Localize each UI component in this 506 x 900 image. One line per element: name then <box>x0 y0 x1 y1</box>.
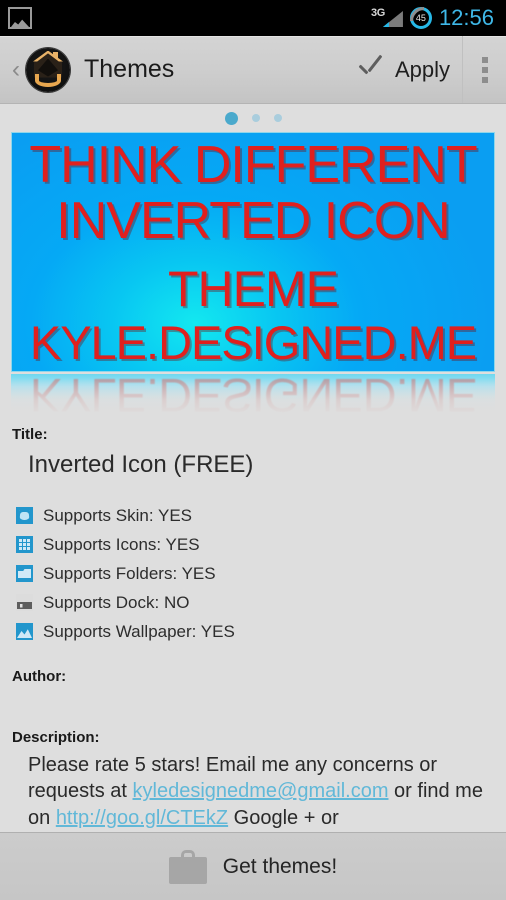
image-icon <box>8 7 32 29</box>
theme-detail-scroll[interactable]: THINK DIFFERENT INVERTED ICON THEME KYLE… <box>0 104 506 832</box>
list-item: Supports Dock: NO <box>12 588 494 617</box>
page-dot-2[interactable] <box>251 114 260 122</box>
google-plus-link[interactable]: http://goo.gl/CTEkZ <box>56 807 228 829</box>
dock-icon <box>16 594 33 611</box>
status-bar-notifications <box>8 7 32 29</box>
description-label: Description: <box>12 729 100 746</box>
overflow-dot-icon <box>481 76 488 83</box>
theme-detail-content: Title: Inverted Icon (FREE) Supports Ski… <box>0 416 506 832</box>
status-bar: 3G 45 12:56 <box>0 0 506 36</box>
skin-icon <box>16 507 33 524</box>
supports-icons-label: Supports Icons: YES <box>43 534 200 554</box>
preview-line-4: KYLE.DESIGNED.ME <box>29 316 477 369</box>
list-item: Supports Icons: YES <box>12 530 494 559</box>
description-section: Description: Please rate 5 stars! Email … <box>12 729 494 832</box>
author-section: Author: <box>12 668 494 729</box>
page-indicator[interactable] <box>0 104 506 132</box>
battery-level-label: 45 <box>415 12 426 23</box>
preview-line-3: THEME <box>168 261 339 317</box>
page-title: Themes <box>84 55 175 83</box>
supports-dock-label: Supports Dock: NO <box>43 592 190 612</box>
shopping-bag-icon <box>168 849 207 884</box>
overflow-menu-button[interactable] <box>462 36 506 103</box>
title-label: Title: <box>12 426 48 443</box>
supports-skin-label: Supports Skin: YES <box>43 505 192 525</box>
theme-preview-carousel[interactable]: THINK DIFFERENT INVERTED ICON THEME KYLE… <box>0 132 506 372</box>
apex-launcher-icon <box>26 47 70 92</box>
apply-button[interactable]: Apply <box>349 36 462 103</box>
get-themes-label: Get themes! <box>222 854 338 878</box>
list-item: Supports Wallpaper: YES <box>12 617 494 646</box>
author-value <box>12 685 494 729</box>
supports-list: Supports Skin: YES Supports Icons: YES S… <box>12 501 494 646</box>
check-icon <box>357 59 385 81</box>
theme-title-value: Inverted Icon (FREE) <box>28 451 254 478</box>
list-item: Supports Skin: YES <box>12 501 494 530</box>
description-part-3: Google + or <box>228 806 339 829</box>
signal-bars-active <box>382 22 389 27</box>
page-dot-3[interactable] <box>273 114 282 122</box>
overflow-dot-icon <box>481 66 488 73</box>
overflow-dot-icon <box>481 56 488 63</box>
list-item: Supports Folders: YES <box>12 559 494 588</box>
supports-folders-label: Supports Folders: YES <box>43 563 216 583</box>
status-bar-system: 3G 45 12:56 <box>370 5 498 31</box>
icons-grid-icon <box>16 536 33 553</box>
page-dot-1[interactable] <box>224 111 238 125</box>
email-link[interactable]: kyledesignedme@gmail.com <box>133 780 389 802</box>
wallpaper-icon <box>16 623 33 640</box>
author-label: Author: <box>12 668 67 685</box>
reflection-fade-overlay <box>11 374 495 416</box>
back-chevron-icon: ‹ <box>12 55 20 83</box>
theme-preview-reflection: KYLE.DESIGNED.ME <box>11 374 495 416</box>
theme-preview-image[interactable]: THINK DIFFERENT INVERTED ICON THEME KYLE… <box>11 132 495 372</box>
preview-line-2: INVERTED ICON <box>56 192 450 250</box>
network-type-label: 3G <box>370 7 386 19</box>
action-bar-actions: Apply <box>349 36 506 103</box>
battery-icon: 45 <box>409 7 432 29</box>
get-themes-button[interactable]: Get themes! <box>0 832 506 900</box>
preview-line-1: THINK DIFFERENT <box>29 136 477 194</box>
signal-3g-icon: 3G <box>370 7 403 29</box>
description-text: Please rate 5 stars! Email me any concer… <box>12 746 494 832</box>
app-screen: 3G 45 12:56 ‹ Themes Apply THINK DIFFERE… <box>0 0 506 900</box>
clock-label: 12:56 <box>438 5 494 30</box>
apply-button-label: Apply <box>394 56 450 82</box>
supports-wallpaper-label: Supports Wallpaper: YES <box>43 621 235 641</box>
folder-icon <box>16 565 33 582</box>
action-bar: ‹ Themes Apply <box>0 36 506 104</box>
up-navigation-button[interactable]: ‹ Themes <box>0 36 182 103</box>
